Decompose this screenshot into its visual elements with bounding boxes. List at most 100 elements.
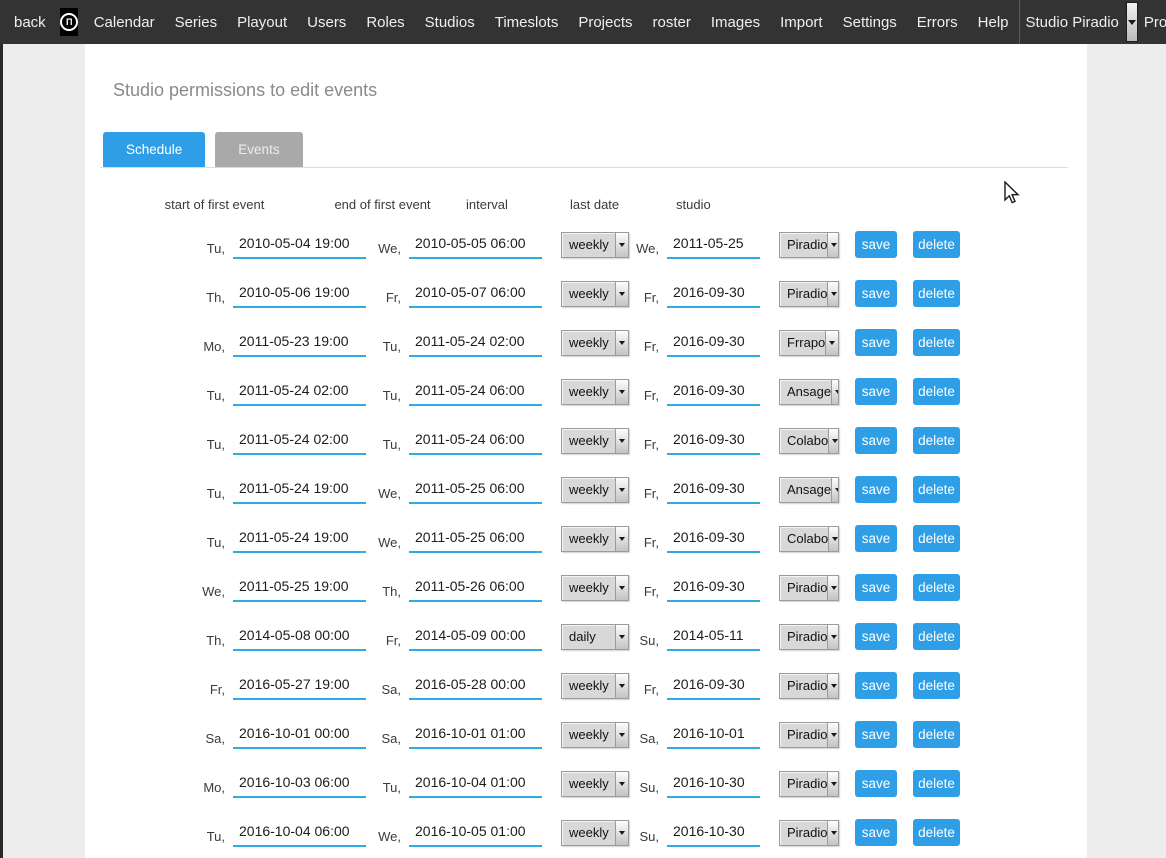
- interval-select[interactable]: weekly: [561, 281, 629, 307]
- nav-menu-item[interactable]: Images: [701, 14, 770, 31]
- studio-select[interactable]: Piradio: [779, 232, 839, 258]
- interval-select[interactable]: daily: [561, 624, 629, 650]
- nav-menu-item[interactable]: Settings: [833, 14, 907, 31]
- save-button[interactable]: save: [855, 525, 897, 552]
- nav-menu-item[interactable]: roster: [643, 14, 701, 31]
- start-datetime-input[interactable]: [233, 819, 366, 847]
- nav-menu-item[interactable]: Timeslots: [485, 14, 569, 31]
- start-datetime-input[interactable]: [233, 574, 366, 602]
- last-date-input[interactable]: [667, 378, 760, 406]
- nav-menu-item[interactable]: Projects: [568, 14, 642, 31]
- save-button[interactable]: save: [855, 329, 897, 356]
- interval-select[interactable]: weekly: [561, 771, 629, 797]
- tab-schedule[interactable]: Schedule: [103, 132, 205, 167]
- end-datetime-input[interactable]: [409, 819, 542, 847]
- start-datetime-input[interactable]: [233, 378, 366, 406]
- start-datetime-input[interactable]: [233, 280, 366, 308]
- save-button[interactable]: save: [855, 476, 897, 503]
- interval-select[interactable]: weekly: [561, 428, 629, 454]
- nav-menu-item[interactable]: Series: [165, 14, 228, 31]
- last-date-input[interactable]: [667, 770, 760, 798]
- start-datetime-input[interactable]: [233, 525, 366, 553]
- save-button[interactable]: save: [855, 721, 897, 748]
- delete-button[interactable]: delete: [913, 378, 960, 405]
- start-datetime-input[interactable]: [233, 476, 366, 504]
- back-link[interactable]: back: [0, 14, 54, 31]
- delete-button[interactable]: delete: [913, 476, 960, 503]
- end-datetime-input[interactable]: [409, 427, 542, 455]
- last-date-input[interactable]: [667, 721, 760, 749]
- start-datetime-input[interactable]: [233, 770, 366, 798]
- interval-select[interactable]: weekly: [561, 232, 629, 258]
- save-button[interactable]: save: [855, 574, 897, 601]
- interval-select[interactable]: weekly: [561, 673, 629, 699]
- studio-select[interactable]: Piradio: [779, 575, 839, 601]
- studio-select[interactable]: Piradio: [779, 281, 839, 307]
- interval-select[interactable]: weekly: [561, 477, 629, 503]
- save-button[interactable]: save: [855, 819, 897, 846]
- delete-button[interactable]: delete: [913, 329, 960, 356]
- last-date-input[interactable]: [667, 329, 760, 357]
- studio-select[interactable]: Frrapo: [779, 330, 839, 356]
- save-button[interactable]: save: [855, 378, 897, 405]
- tab-events[interactable]: Events: [215, 132, 302, 167]
- delete-button[interactable]: delete: [913, 280, 960, 307]
- interval-select[interactable]: weekly: [561, 330, 629, 356]
- save-button[interactable]: save: [855, 623, 897, 650]
- interval-select[interactable]: weekly: [561, 526, 629, 552]
- save-button[interactable]: save: [855, 231, 897, 258]
- studio-select[interactable]: Piradio: [779, 624, 839, 650]
- delete-button[interactable]: delete: [913, 819, 960, 846]
- end-datetime-input[interactable]: [409, 329, 542, 357]
- last-date-input[interactable]: [667, 525, 760, 553]
- end-datetime-input[interactable]: [409, 378, 542, 406]
- end-datetime-input[interactable]: [409, 623, 542, 651]
- end-datetime-input[interactable]: [409, 574, 542, 602]
- studio-select[interactable]: Piradio: [779, 673, 839, 699]
- end-datetime-input[interactable]: [409, 525, 542, 553]
- interval-select[interactable]: weekly: [561, 820, 629, 846]
- end-datetime-input[interactable]: [409, 280, 542, 308]
- studio-select[interactable]: Piradio: [779, 722, 839, 748]
- delete-button[interactable]: delete: [913, 672, 960, 699]
- interval-select[interactable]: weekly: [561, 575, 629, 601]
- interval-select[interactable]: weekly: [561, 379, 629, 405]
- start-datetime-input[interactable]: [233, 721, 366, 749]
- save-button[interactable]: save: [855, 770, 897, 797]
- nav-menu-item[interactable]: Studios: [415, 14, 485, 31]
- save-button[interactable]: save: [855, 427, 897, 454]
- nav-menu-item[interactable]: Users: [297, 14, 356, 31]
- studio-dropdown[interactable]: Studio Piradio: [1020, 0, 1138, 44]
- studio-select[interactable]: Colabo: [779, 526, 839, 552]
- start-datetime-input[interactable]: [233, 623, 366, 651]
- last-date-input[interactable]: [667, 819, 760, 847]
- delete-button[interactable]: delete: [913, 574, 960, 601]
- pi-radio-logo-icon[interactable]: Π: [60, 8, 78, 36]
- delete-button[interactable]: delete: [913, 231, 960, 258]
- nav-menu-item[interactable]: Help: [968, 14, 1019, 31]
- studio-select[interactable]: Piradio: [779, 820, 839, 846]
- last-date-input[interactable]: [667, 231, 760, 259]
- studio-select[interactable]: Ansage: [779, 477, 839, 503]
- nav-menu-item[interactable]: Errors: [907, 14, 968, 31]
- interval-select[interactable]: weekly: [561, 722, 629, 748]
- nav-menu-item[interactable]: Roles: [356, 14, 414, 31]
- delete-button[interactable]: delete: [913, 770, 960, 797]
- last-date-input[interactable]: [667, 280, 760, 308]
- delete-button[interactable]: delete: [913, 525, 960, 552]
- studio-select[interactable]: Ansage: [779, 379, 839, 405]
- save-button[interactable]: save: [855, 280, 897, 307]
- end-datetime-input[interactable]: [409, 231, 542, 259]
- save-button[interactable]: save: [855, 672, 897, 699]
- start-datetime-input[interactable]: [233, 231, 366, 259]
- end-datetime-input[interactable]: [409, 476, 542, 504]
- delete-button[interactable]: delete: [913, 721, 960, 748]
- start-datetime-input[interactable]: [233, 329, 366, 357]
- last-date-input[interactable]: [667, 574, 760, 602]
- start-datetime-input[interactable]: [233, 672, 366, 700]
- start-datetime-input[interactable]: [233, 427, 366, 455]
- delete-button[interactable]: delete: [913, 427, 960, 454]
- nav-menu-item[interactable]: Calendar: [84, 14, 165, 31]
- last-date-input[interactable]: [667, 672, 760, 700]
- nav-menu-item[interactable]: Playout: [227, 14, 297, 31]
